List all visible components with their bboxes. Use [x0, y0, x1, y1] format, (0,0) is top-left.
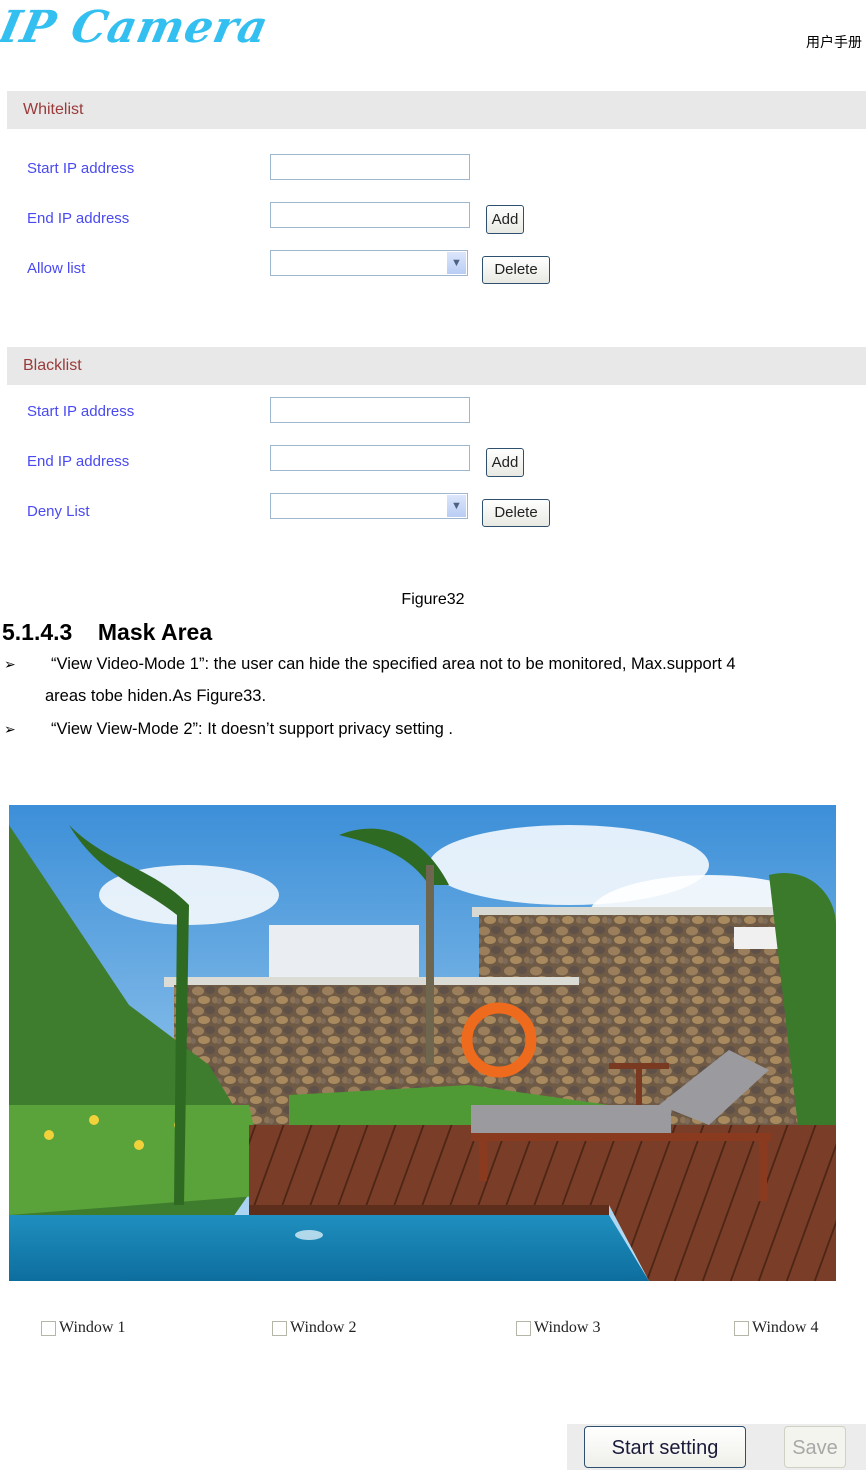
checkbox-icon[interactable]	[272, 1320, 287, 1336]
blacklist-start-ip-label: Start IP address	[27, 403, 135, 420]
whitelist-end-ip-label: End IP address	[27, 210, 130, 227]
blacklist-start-ip-input[interactable]	[270, 397, 470, 423]
whitelist-title: Whitelist	[23, 101, 84, 118]
start-setting-button[interactable]: Start setting	[584, 1426, 746, 1468]
chevron-down-icon[interactable]: ▼	[447, 495, 466, 517]
whitelist-start-ip-input[interactable]	[270, 154, 470, 180]
allow-list-select[interactable]: ▼	[270, 250, 468, 276]
camera-preview-image[interactable]	[9, 805, 836, 1281]
bullet-1-line-2: areas tobe hiden.As Figure33.	[45, 687, 267, 705]
checkbox-icon[interactable]	[734, 1320, 749, 1336]
checkbox-icon[interactable]	[41, 1320, 56, 1336]
section-heading: 5.1.4.3 Mask Area	[2, 619, 213, 645]
whitelist-allow-list-label: Allow list	[27, 260, 86, 277]
deny-list-select[interactable]: ▼	[270, 493, 468, 519]
blacklist-add-button[interactable]: Add	[486, 448, 524, 477]
bullet-arrow-icon: ➢	[4, 721, 16, 737]
window-3-label: Window 3	[534, 1319, 601, 1336]
blacklist-end-ip-input[interactable]	[270, 445, 470, 471]
window-2-label: Window 2	[290, 1319, 357, 1336]
whitelist-start-ip-label: Start IP address	[27, 160, 135, 177]
blacklist-section-header: Blacklist	[7, 347, 866, 385]
window-2-checkbox[interactable]: Window 2	[272, 1319, 356, 1337]
window-1-checkbox[interactable]: Window 1	[41, 1319, 125, 1337]
blacklist-end-ip-label: End IP address	[27, 453, 130, 470]
window-3-checkbox[interactable]: Window 3	[516, 1319, 600, 1337]
window-4-checkbox[interactable]: Window 4	[734, 1319, 818, 1337]
bullet-arrow-icon: ➢	[4, 656, 16, 672]
bullet-2-line-1: “View View-Mode 2”: It doesn’t support p…	[51, 720, 453, 738]
user-manual-label: 用户手册	[806, 35, 862, 51]
whitelist-delete-button[interactable]: Delete	[482, 256, 550, 284]
whitelist-section-header: Whitelist	[7, 91, 866, 129]
ip-camera-logo: IP Camera	[0, 2, 274, 53]
blacklist-title: Blacklist	[23, 357, 82, 374]
checkbox-icon[interactable]	[516, 1320, 531, 1336]
chevron-down-icon[interactable]: ▼	[447, 252, 466, 274]
save-button[interactable]: Save	[784, 1426, 846, 1468]
bullet-1-line-1: “View Video-Mode 1”: the user can hide t…	[51, 655, 736, 673]
whitelist-end-ip-input[interactable]	[270, 202, 470, 228]
figure-caption: Figure32	[401, 591, 465, 608]
window-1-label: Window 1	[59, 1319, 126, 1336]
blacklist-delete-button[interactable]: Delete	[482, 499, 550, 527]
blacklist-deny-list-label: Deny List	[27, 503, 90, 520]
whitelist-add-button[interactable]: Add	[486, 205, 524, 234]
window-4-label: Window 4	[752, 1319, 819, 1336]
